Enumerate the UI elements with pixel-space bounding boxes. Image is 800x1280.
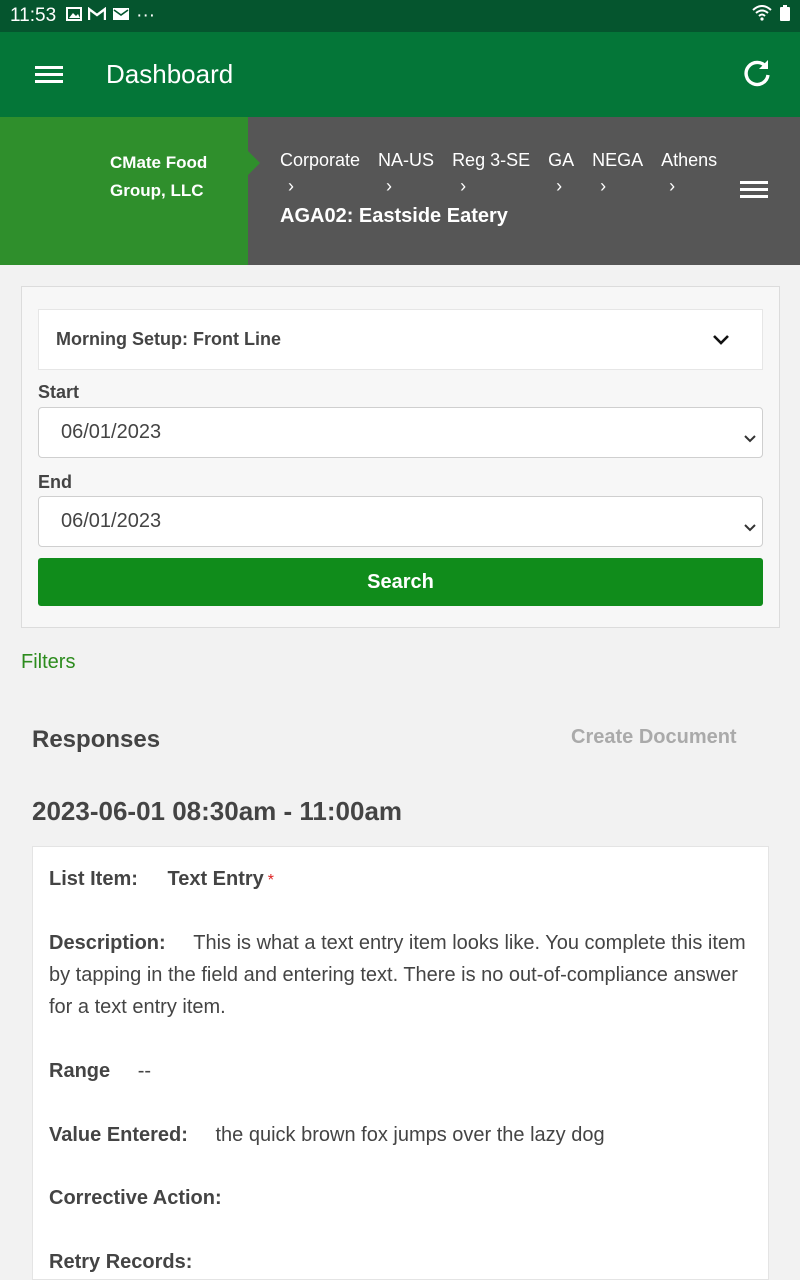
- page-title: Dashboard: [106, 59, 234, 89]
- response-time-range: 2023-06-01 08:30am - 11:00am: [32, 796, 403, 826]
- hamburger-menu-icon[interactable]: [35, 62, 63, 87]
- value-entered-value: the quick brown fox jumps over the lazy …: [215, 1124, 605, 1146]
- breadcrumb-item-corporate[interactable]: Corporate ›: [280, 150, 360, 196]
- start-label: Start: [38, 382, 80, 402]
- responses-heading: Responses: [32, 726, 161, 753]
- description-row: Description: This is what a text entry i…: [49, 927, 749, 1023]
- wifi-icon: [752, 5, 772, 27]
- filters-link[interactable]: Filters: [21, 651, 75, 674]
- org-pointer: [248, 151, 260, 175]
- value-entered-key: Value Entered:: [49, 1124, 188, 1146]
- breadcrumb: CMate Food Group, LLC Corporate › NA-US › …: [0, 117, 800, 265]
- breadcrumb-item-athens[interactable]: Athens ›: [661, 150, 717, 196]
- chevron-down-icon: [712, 330, 730, 351]
- location-menu-icon[interactable]: [740, 177, 768, 202]
- mail-icon: [112, 5, 130, 27]
- chevron-down-icon: [744, 515, 756, 538]
- breadcrumb-item-ga[interactable]: GA ›: [548, 150, 574, 196]
- end-label: End: [38, 472, 72, 492]
- value-entered-row: Value Entered: the quick brown fox jumps…: [49, 1119, 605, 1151]
- image-icon: [66, 5, 83, 27]
- list-item-value: Text Entry: [167, 868, 264, 890]
- start-date-value: 06/01/2023: [61, 421, 162, 443]
- range-key: Range: [49, 1060, 111, 1082]
- clock: 11:53: [10, 5, 57, 26]
- chevron-down-icon: [744, 426, 756, 449]
- location-name: AGA02: Eastside Eatery: [280, 205, 508, 227]
- response-card: List Item: Text Entry * Description: This…: [32, 846, 769, 1280]
- breadcrumb-separator: ›: [288, 176, 294, 196]
- app-bar: Dashboard: [0, 32, 800, 117]
- search-button[interactable]: Search: [38, 558, 763, 606]
- breadcrumb-separator: ›: [556, 176, 563, 196]
- organization-name: CMate Food Group, LLC: [110, 153, 208, 200]
- breadcrumb-separator: ›: [386, 176, 393, 196]
- battery-icon: [780, 5, 790, 27]
- list-item-row: List Item: Text Entry *: [49, 863, 274, 897]
- retry-records-row: Retry Records:: [49, 1246, 192, 1278]
- retry-records-key: Retry Records:: [49, 1251, 193, 1273]
- breadcrumb-item-na-us[interactable]: NA-US ›: [378, 150, 434, 196]
- breadcrumb-items: Corporate › NA-US › Reg 3-SE › GA › NEGA › At…: [280, 150, 735, 196]
- breadcrumb-item-nega[interactable]: NEGA ›: [592, 150, 643, 196]
- breadcrumb-item-reg-3-se[interactable]: Reg 3-SE ›: [452, 150, 530, 196]
- corrective-action-row: Corrective Action:: [49, 1182, 222, 1214]
- gmail-icon: [87, 5, 107, 27]
- required-marker: *: [267, 872, 275, 889]
- breadcrumb-separator: ›: [669, 176, 676, 196]
- breadcrumb-separator: ›: [600, 176, 607, 196]
- range-value: --: [137, 1060, 152, 1082]
- end-date-select[interactable]: 06/01/2023: [38, 496, 763, 547]
- checklist-select-value: Morning Setup: Front Line: [56, 329, 281, 349]
- create-document-button[interactable]: Create Document: [571, 726, 737, 749]
- list-item-key: List Item:: [49, 868, 138, 890]
- checklist-select[interactable]: Morning Setup: Front Line: [38, 309, 763, 370]
- refresh-icon[interactable]: [742, 58, 772, 93]
- status-bar: 11:53 ···: [0, 0, 800, 32]
- corrective-action-key: Corrective Action:: [49, 1187, 222, 1209]
- start-date-select[interactable]: 06/01/2023: [38, 407, 763, 458]
- end-date-value: 06/01/2023: [61, 510, 162, 532]
- more-notifications-icon: ···: [136, 5, 156, 26]
- breadcrumb-separator: ›: [460, 176, 467, 196]
- description-key: Description:: [49, 932, 166, 954]
- range-row: Range --: [49, 1055, 151, 1087]
- search-panel: Morning Setup: Front Line Start 06/01/20…: [21, 286, 780, 628]
